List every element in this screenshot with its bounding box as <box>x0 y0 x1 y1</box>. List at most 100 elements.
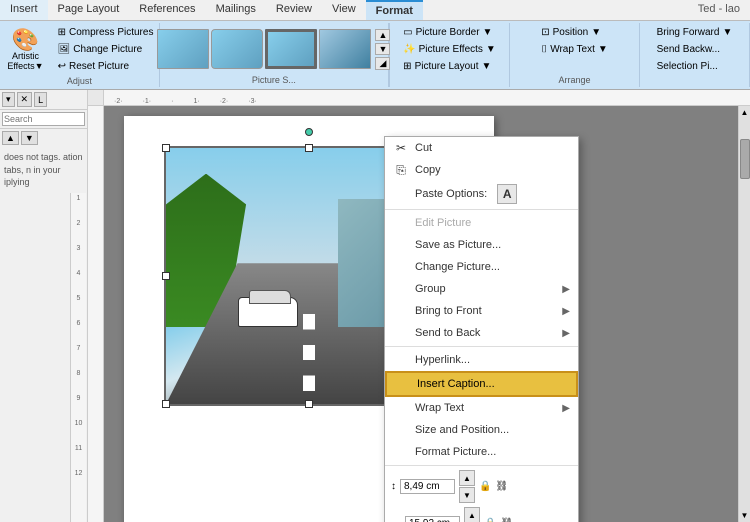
reset-picture-button[interactable]: ↩ Reset Picture <box>53 59 159 74</box>
adjust-items: 🎨 ArtisticEffects▼ ⊞ Compress Pictures 🖼… <box>0 25 158 74</box>
picture-layout-button[interactable]: ⊞ Picture Layout ▼ <box>398 59 496 74</box>
width-icon: ↔ <box>391 518 401 522</box>
ctx-format-picture[interactable]: Format Picture... <box>385 441 578 463</box>
selection-pane-button[interactable]: Selection Pi... <box>652 59 723 74</box>
lane-lines <box>303 314 314 391</box>
compress-pictures-button[interactable]: ⊞ Compress Pictures <box>53 25 159 40</box>
width-input[interactable] <box>405 516 460 522</box>
width-size-row: ↔ ▲ ▼ 🔒 ⛓ <box>385 505 578 522</box>
nav-up-button[interactable]: ▲ <box>2 131 19 145</box>
height-chain-icon: ⛓ <box>495 481 508 492</box>
user-name[interactable]: Ted - lao <box>688 0 750 20</box>
document-canvas: ✂ Cut ⎘ Copy Paste Options: A <box>104 106 738 522</box>
sidebar: ▾ ✕ L ▲ ▼ does not tags. ation tabs, n i… <box>0 90 88 522</box>
sidebar-text: does not tags. ation tabs, n in your ipl… <box>0 147 87 193</box>
ctx-paste-options[interactable]: Paste Options: A <box>385 181 578 207</box>
handle-top-left[interactable] <box>162 144 170 152</box>
width-spinners: ▲ ▼ <box>464 507 480 522</box>
sidebar-close-button[interactable]: ✕ <box>17 92 33 107</box>
ctx-bring-to-front[interactable]: Bring to Front ▶ <box>385 300 578 322</box>
picture-style-3[interactable] <box>265 29 317 69</box>
style-up-button[interactable]: ▲ <box>375 29 390 41</box>
picture-style-thumbnails <box>157 29 371 69</box>
tab-review[interactable]: Review <box>266 0 322 20</box>
tab-mailings[interactable]: Mailings <box>206 0 266 20</box>
paste-format-button[interactable]: A <box>497 184 517 204</box>
ctx-insert-caption[interactable]: Insert Caption... <box>385 371 578 397</box>
ctx-size-position[interactable]: Size and Position... <box>385 419 578 441</box>
height-icon: ↕ <box>391 481 396 492</box>
picture-style-4[interactable] <box>319 29 371 69</box>
ctx-wrap-text[interactable]: Wrap Text ▶ <box>385 397 578 419</box>
horizontal-ruler: ·2· ·1· · 1· ·2· ·3· <box>104 90 750 106</box>
ctx-copy[interactable]: ⎘ Copy <box>385 159 578 181</box>
size-icon <box>393 422 409 438</box>
style-expand-button[interactable]: ◢ <box>375 57 390 70</box>
search-input[interactable] <box>2 112 85 126</box>
copy-icon: ⎘ <box>393 162 409 178</box>
ctx-sep-0 <box>385 209 578 210</box>
scroll-thumb[interactable] <box>740 139 750 179</box>
handle-middle-left[interactable] <box>162 272 170 280</box>
ctx-change-picture[interactable]: Change Picture... <box>385 256 578 278</box>
ribbon-tab-bar: Insert Page Layout References Mailings R… <box>0 0 750 21</box>
ribbon-group-adjust: 🎨 ArtisticEffects▼ ⊞ Compress Pictures 🖼… <box>0 23 160 87</box>
ctx-hyperlink[interactable]: Hyperlink... <box>385 349 578 371</box>
layout-icon: ⊞ <box>403 61 411 72</box>
picture-effects-button[interactable]: ✨ Picture Effects ▼ <box>398 42 501 57</box>
sidebar-toolbar: ▾ ✕ L <box>0 90 87 110</box>
wrap-text-button[interactable]: ⌷ Wrap Text ▼ <box>536 42 613 57</box>
picture-style-items: ▲ ▼ ◢ <box>157 25 390 73</box>
tab-page-layout[interactable]: Page Layout <box>48 0 130 20</box>
vertical-scrollbar[interactable]: ▲ ▼ <box>738 106 750 522</box>
width-lock-icon: 🔒 <box>484 518 496 522</box>
scroll-up-button[interactable]: ▲ <box>739 106 750 119</box>
height-down-button[interactable]: ▼ <box>459 487 475 503</box>
tab-view[interactable]: View <box>322 0 366 20</box>
ctx-sep-2 <box>385 465 578 466</box>
reset-icon: ↩ <box>58 61 66 72</box>
ctx-cut[interactable]: ✂ Cut <box>385 137 578 159</box>
picture-style-1[interactable] <box>157 29 209 69</box>
ctx-send-to-back[interactable]: Send to Back ▶ <box>385 322 578 344</box>
picture-styles-label: Picture S... <box>252 73 296 85</box>
position-items: ⊡ Position ▼ ⌷ Wrap Text ▼ <box>536 25 613 73</box>
send-backward-button[interactable]: Send Backw... <box>652 42 725 57</box>
position-button[interactable]: ⊡ Position ▼ <box>536 25 606 40</box>
sidebar-ruler: 1 2 3 4 5 6 7 8 9 10 11 12 <box>0 193 87 522</box>
border-icon: ▭ <box>403 27 412 38</box>
height-up-button[interactable]: ▲ <box>459 470 475 486</box>
sidebar-toggle-button[interactable]: ▾ <box>2 92 15 107</box>
change-pic-icon: 🖼 <box>58 44 71 55</box>
ctx-group[interactable]: Group ▶ <box>385 278 578 300</box>
nav-down-button[interactable]: ▼ <box>21 131 38 145</box>
picture-style-2[interactable] <box>211 29 263 69</box>
ctx-save-as-picture[interactable]: Save as Picture... <box>385 234 578 256</box>
scroll-down-button[interactable]: ▼ <box>739 509 750 522</box>
rotate-handle[interactable] <box>305 128 313 136</box>
tab-references[interactable]: References <box>129 0 205 20</box>
height-input[interactable] <box>400 479 455 494</box>
artistic-effects-button[interactable]: 🎨 ArtisticEffects▼ <box>0 26 50 74</box>
group-arrow: ▶ <box>562 284 570 295</box>
sidebar-tab-button[interactable]: L <box>34 92 47 107</box>
context-menu: ✂ Cut ⎘ Copy Paste Options: A <box>384 136 579 522</box>
send-back-icon <box>393 325 409 341</box>
caption-icon <box>395 376 411 392</box>
ctx-sep-1 <box>385 346 578 347</box>
handle-bottom-middle[interactable] <box>305 400 313 408</box>
handle-bottom-left[interactable] <box>162 400 170 408</box>
height-spinners: ▲ ▼ <box>459 470 475 503</box>
sidebar-nav: ▲ ▼ <box>0 129 87 147</box>
tab-format[interactable]: Format <box>366 0 423 20</box>
picture-border-button[interactable]: ▭ Picture Border ▼ <box>398 25 497 40</box>
style-down-button[interactable]: ▼ <box>375 43 390 55</box>
change-picture-button[interactable]: 🖼 Change Picture <box>53 42 159 57</box>
send-back-arrow: ▶ <box>562 328 570 339</box>
ctx-edit-picture: Edit Picture <box>385 212 578 234</box>
width-up-button[interactable]: ▲ <box>464 507 480 522</box>
bring-forward-button[interactable]: Bring Forward ▼ <box>652 25 738 40</box>
tab-insert[interactable]: Insert <box>0 0 48 20</box>
handle-top-middle[interactable] <box>305 144 313 152</box>
change-icon <box>393 259 409 275</box>
